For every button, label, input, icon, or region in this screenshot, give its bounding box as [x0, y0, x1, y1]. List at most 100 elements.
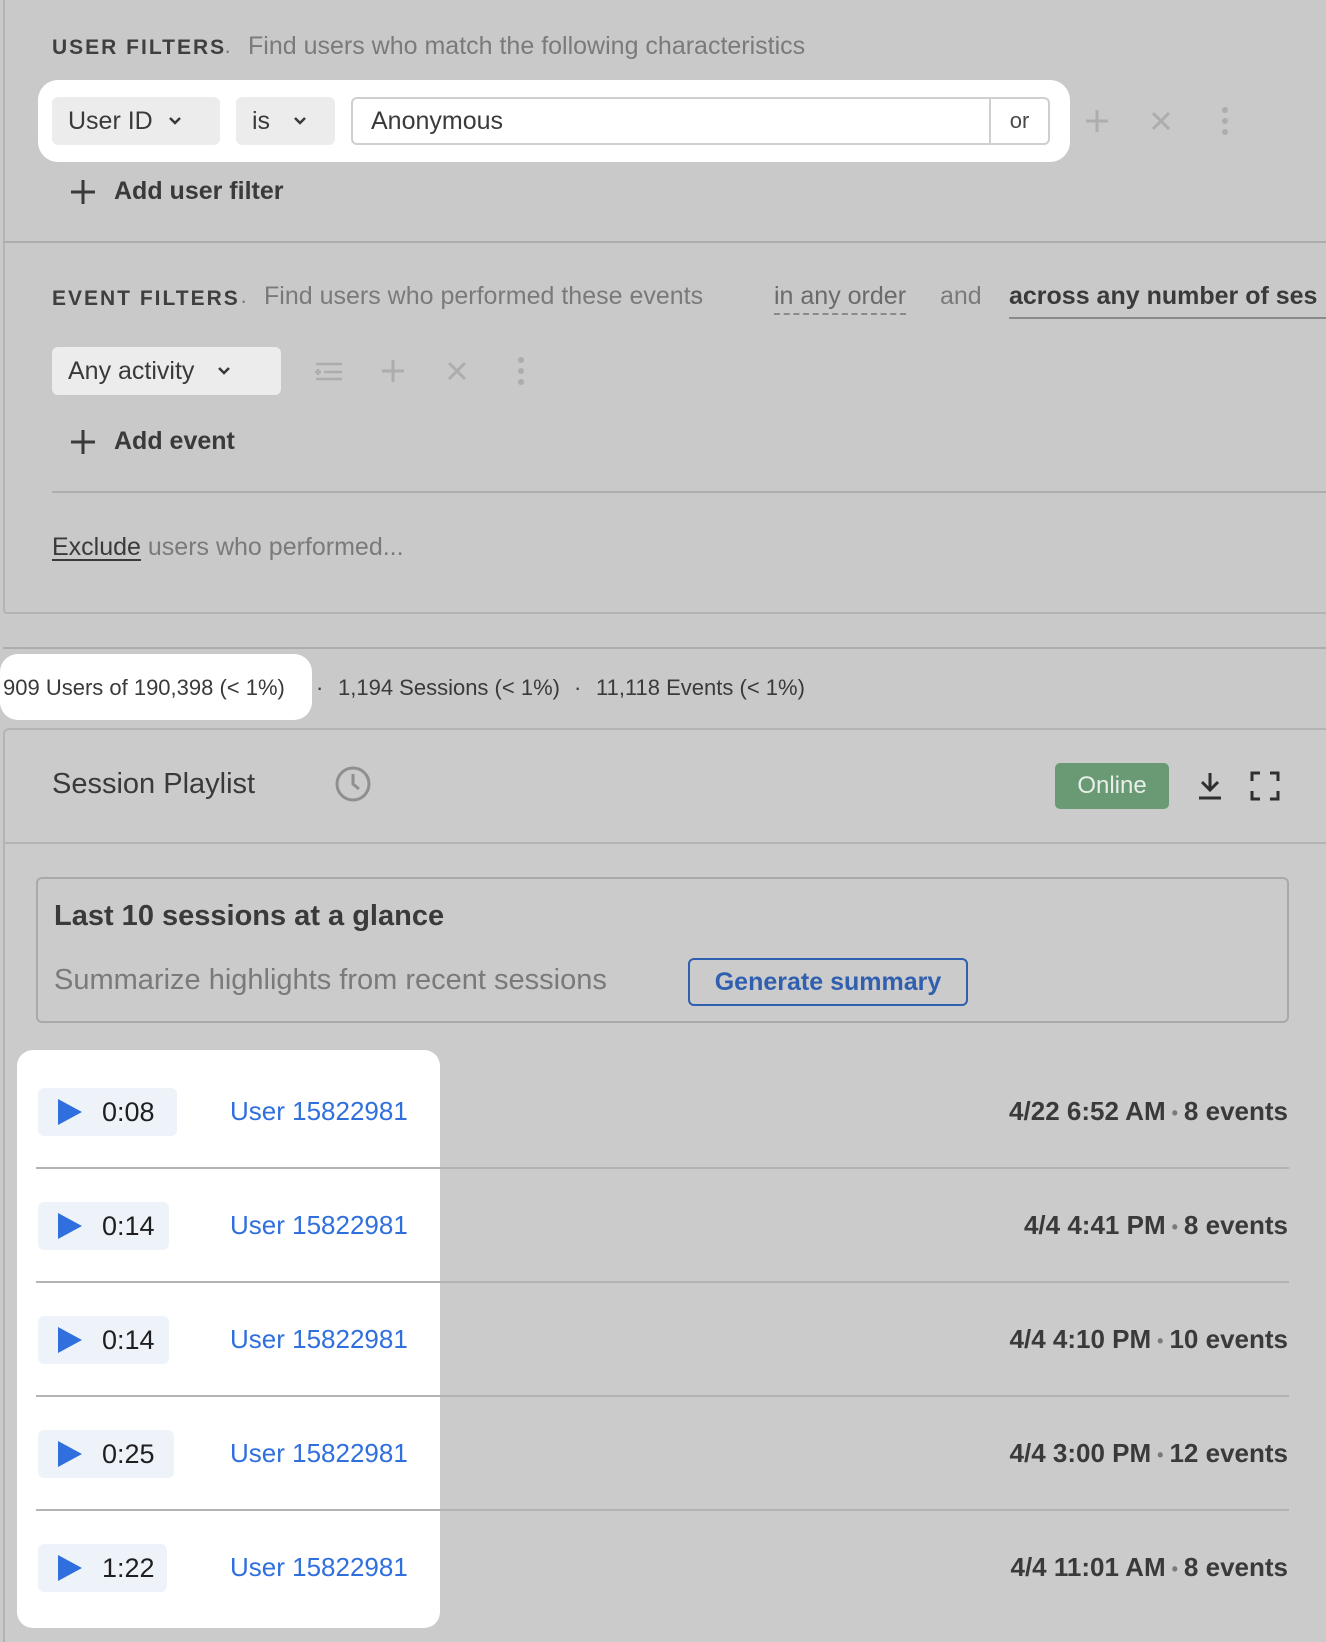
separator: ·	[316, 675, 324, 700]
play-icon	[58, 1327, 82, 1353]
play-icon	[58, 1099, 82, 1125]
session-event-count: 10 events	[1169, 1324, 1288, 1354]
glance-subtitle: Summarize highlights from recent session…	[54, 964, 607, 996]
session-event-count: 8 events	[1183, 1552, 1288, 1582]
plus-icon	[71, 179, 95, 204]
bullet-separator: •	[1171, 1216, 1178, 1237]
event-filters-label: EVENT FILTERS	[52, 287, 240, 310]
filter-lines-icon[interactable]	[312, 356, 346, 386]
session-duration: 0:08	[102, 1096, 155, 1127]
generate-summary-button[interactable]: Generate summary	[688, 958, 968, 1006]
add-user-filter-label: Add user filter	[114, 177, 284, 205]
download-icon[interactable]	[1194, 769, 1226, 803]
play-button[interactable]: 1:22	[38, 1544, 167, 1592]
session-time: 4/22 6:52 AM	[1009, 1096, 1166, 1126]
separator: ·	[574, 675, 582, 700]
more-vertical-icon[interactable]	[506, 354, 536, 388]
play-button[interactable]: 0:14	[38, 1316, 169, 1364]
row-divider	[36, 1509, 1289, 1511]
session-option-clip: across any number of ses	[1009, 282, 1326, 326]
conjunction-text: and	[940, 282, 982, 310]
playlist-title: Session Playlist	[52, 768, 256, 800]
bullet-separator: •	[1171, 1558, 1178, 1579]
playlist-header-divider	[3, 842, 1326, 844]
activity-label: Any activity	[68, 356, 195, 385]
session-event-count: 8 events	[1183, 1096, 1288, 1126]
session-duration: 0:25	[102, 1438, 155, 1469]
row-divider	[36, 1395, 1289, 1397]
play-icon	[58, 1441, 82, 1467]
filter-value-input[interactable]: Anonymous	[351, 97, 1050, 145]
session-time: 4/4 4:41 PM	[1023, 1210, 1166, 1240]
separator: ·	[224, 38, 232, 63]
events-stat: 11,118 Events (< 1%)	[596, 675, 805, 700]
exclude-row: Exclude users who performed...	[52, 533, 404, 562]
user-filters-label: USER FILTERS	[52, 36, 227, 59]
play-button[interactable]: 0:08	[38, 1088, 177, 1136]
operator-dropdown[interactable]: is	[236, 97, 335, 145]
session-event-count: 8 events	[1183, 1210, 1288, 1240]
glance-title: Last 10 sessions at a glance	[54, 900, 445, 932]
activity-dropdown[interactable]: Any activity	[52, 347, 281, 395]
more-vertical-icon[interactable]	[1210, 104, 1240, 138]
session-event-count: 12 events	[1169, 1438, 1288, 1468]
session-user-link[interactable]: User 15822981	[230, 1096, 408, 1127]
section-divider	[3, 241, 1326, 243]
session-option-link[interactable]: across any number of ses	[1009, 282, 1326, 319]
session-meta: 4/4 4:41 PM • 8 events	[1024, 1210, 1288, 1241]
chevron-down-icon	[168, 117, 181, 125]
play-icon	[58, 1555, 82, 1581]
play-icon	[58, 1213, 82, 1239]
session-user-link[interactable]: User 15822981	[230, 1324, 408, 1355]
session-duration: 0:14	[102, 1210, 155, 1241]
section-divider	[3, 647, 1326, 649]
chevron-down-icon	[294, 117, 306, 125]
plus-icon[interactable]	[1082, 106, 1112, 136]
session-meta: 4/22 6:52 AM • 8 events	[1009, 1096, 1288, 1127]
session-time: 4/4 11:01 AM	[1010, 1552, 1166, 1582]
property-dropdown[interactable]: User ID	[52, 97, 220, 145]
exclude-text: users who performed...	[140, 533, 404, 561]
session-user-link[interactable]: User 15822981	[230, 1552, 408, 1583]
row-divider	[36, 1281, 1289, 1283]
session-time: 4/4 3:00 PM	[1009, 1438, 1152, 1468]
add-event-label: Add event	[114, 427, 235, 455]
separator: ·	[240, 288, 248, 313]
plus-icon	[71, 429, 95, 454]
session-meta: 4/4 3:00 PM • 12 events	[1010, 1438, 1288, 1469]
session-user-link[interactable]: User 15822981	[230, 1438, 408, 1469]
users-stat: 909 Users of 190,398 (< 1%)	[3, 675, 285, 700]
session-duration: 1:22	[102, 1552, 155, 1583]
plus-icon[interactable]	[378, 356, 408, 386]
user-filters-description: Find users who match the following chara…	[248, 32, 806, 60]
property-label: User ID	[68, 106, 153, 135]
chevron-down-icon	[218, 367, 231, 375]
order-option-link[interactable]: in any order	[774, 282, 907, 315]
session-user-link[interactable]: User 15822981	[230, 1210, 408, 1241]
bullet-separator: •	[1157, 1330, 1164, 1351]
play-button[interactable]: 0:14	[38, 1202, 169, 1250]
operator-label: is	[252, 106, 271, 135]
sessions-stat: 1,194 Sessions (< 1%)	[338, 675, 560, 700]
or-button[interactable]: or	[989, 99, 1048, 143]
session-duration: 0:14	[102, 1324, 155, 1355]
bullet-separator: •	[1157, 1444, 1164, 1465]
glance-card	[36, 877, 1289, 1023]
online-status-badge: Online	[1055, 763, 1169, 809]
session-meta: 4/4 11:01 AM • 8 events	[1010, 1552, 1288, 1583]
session-meta: 4/4 4:10 PM • 10 events	[1010, 1324, 1288, 1355]
clock-icon[interactable]	[334, 765, 372, 803]
add-event-button[interactable]: Add event	[70, 427, 235, 456]
exclude-link[interactable]: Exclude	[52, 533, 141, 561]
event-filters-description: Find users who performed these events	[264, 282, 704, 310]
close-icon[interactable]	[442, 356, 472, 386]
add-user-filter-button[interactable]: Add user filter	[70, 177, 283, 206]
section-divider	[52, 491, 1326, 493]
play-button[interactable]: 0:25	[38, 1430, 174, 1478]
fullscreen-icon[interactable]	[1248, 769, 1282, 803]
close-icon[interactable]	[1146, 106, 1176, 136]
session-time: 4/4 4:10 PM	[1009, 1324, 1152, 1354]
filter-value: Anonymous	[371, 106, 504, 135]
bullet-separator: •	[1171, 1102, 1178, 1123]
row-divider	[36, 1167, 1289, 1169]
